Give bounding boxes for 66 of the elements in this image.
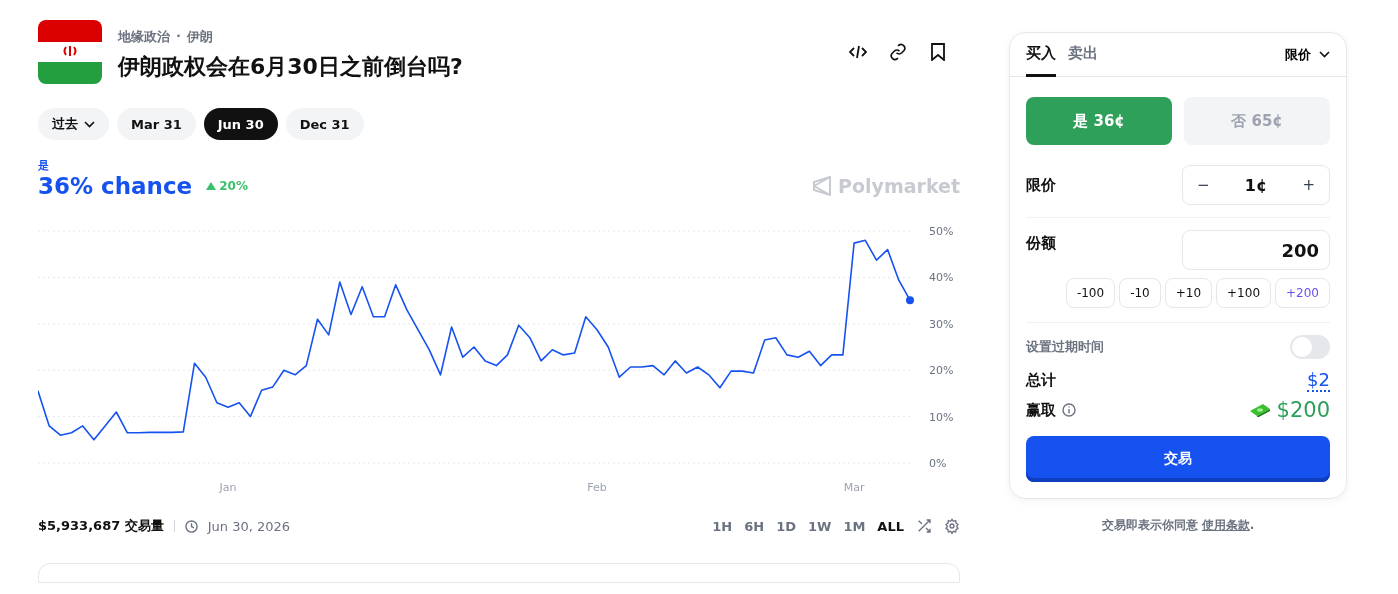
trade-tab[interactable]: 卖出	[1068, 32, 1098, 77]
logo-icon	[812, 175, 833, 197]
date-pill[interactable]: Mar 31	[117, 108, 196, 140]
date-pill[interactable]: Jun 30	[203, 108, 278, 140]
expiration-label: 设置过期时间	[1026, 338, 1104, 356]
terms-notice: 交易即表示你同意 使用条款.	[1101, 517, 1255, 534]
amount-chip[interactable]: -100	[1065, 278, 1116, 308]
to-win-label: 赢取	[1026, 400, 1056, 420]
category-link[interactable]: 伊朗	[186, 28, 213, 46]
outcome-label: 是	[38, 158, 50, 173]
time-range-tab[interactable]: 1W	[808, 518, 832, 534]
date-pill[interactable]: Dec 31	[285, 108, 364, 140]
y-tick-label: 30%	[929, 317, 954, 331]
decrement-button[interactable]: −	[1197, 176, 1210, 194]
shuffle-icon[interactable]	[916, 518, 932, 534]
amount-chip[interactable]: +10	[1164, 278, 1213, 308]
brand-name: Polymarket	[838, 175, 960, 197]
x-tick-label: Feb	[587, 481, 607, 494]
link-icon[interactable]	[888, 42, 908, 62]
trade-button[interactable]: 交易	[1026, 436, 1330, 482]
expiration-toggle[interactable]	[1290, 335, 1330, 359]
total-value: $2	[1307, 369, 1330, 392]
amount-chip[interactable]: -10	[1119, 278, 1161, 308]
y-tick-label: 20%	[929, 364, 954, 378]
time-range-tab[interactable]: 1M	[843, 518, 866, 534]
time-range-tab[interactable]: ALL	[877, 518, 904, 534]
cash-icon	[1248, 403, 1271, 417]
up-triangle-icon	[206, 182, 217, 190]
time-range-tab[interactable]: 6H	[744, 518, 765, 534]
date-dropdown[interactable]: 过去	[38, 108, 109, 140]
clock-icon	[184, 519, 198, 533]
y-tick-label: 50%	[929, 225, 954, 238]
chevron-down-icon	[1319, 51, 1330, 58]
price-stepper[interactable]: − 1¢ +	[1182, 165, 1330, 205]
settings-icon[interactable]	[944, 518, 960, 534]
x-tick-label: Mar	[843, 481, 865, 494]
time-range-tab[interactable]: 1D	[776, 518, 796, 534]
amount-chip[interactable]: +200	[1275, 278, 1330, 308]
amount-chip[interactable]: +100	[1216, 278, 1272, 308]
y-tick-label: 10%	[929, 410, 954, 424]
price-value: 1¢	[1244, 175, 1268, 195]
y-tick-label: 0%	[929, 457, 947, 470]
limit-price-label: 限价	[1026, 175, 1056, 195]
chevron-down-icon	[84, 120, 95, 128]
trade-tab[interactable]: 买入	[1026, 32, 1056, 77]
x-tick-label: Jan	[219, 481, 237, 494]
volume-text: $5,933,687 交易量	[38, 517, 164, 535]
time-range-tab[interactable]: 1H	[712, 518, 733, 534]
order-type-dropdown[interactable]: 限价	[1285, 45, 1330, 64]
flag-icon	[38, 20, 102, 84]
breadcrumb-separator: ·	[176, 28, 181, 45]
chance-value: 36% chance	[38, 173, 193, 199]
y-tick-label: 40%	[929, 271, 954, 285]
total-label: 总计	[1026, 371, 1056, 390]
change-value: 20%	[219, 179, 248, 193]
bookmark-icon[interactable]	[928, 42, 948, 62]
shares-field[interactable]: 200	[1182, 230, 1330, 270]
category-link[interactable]: 地缘政治	[118, 28, 170, 46]
end-date: Jun 30, 2026	[207, 518, 291, 534]
info-icon[interactable]	[1062, 403, 1076, 417]
market-title: 伊朗政权会在6月30日之前倒台吗?	[118, 53, 464, 81]
increment-button[interactable]: +	[1302, 176, 1315, 194]
end-point	[906, 296, 914, 305]
to-win-value: $200	[1276, 398, 1330, 422]
shares-label: 份额	[1026, 234, 1056, 253]
terms-link[interactable]: 使用条款	[1201, 518, 1250, 532]
